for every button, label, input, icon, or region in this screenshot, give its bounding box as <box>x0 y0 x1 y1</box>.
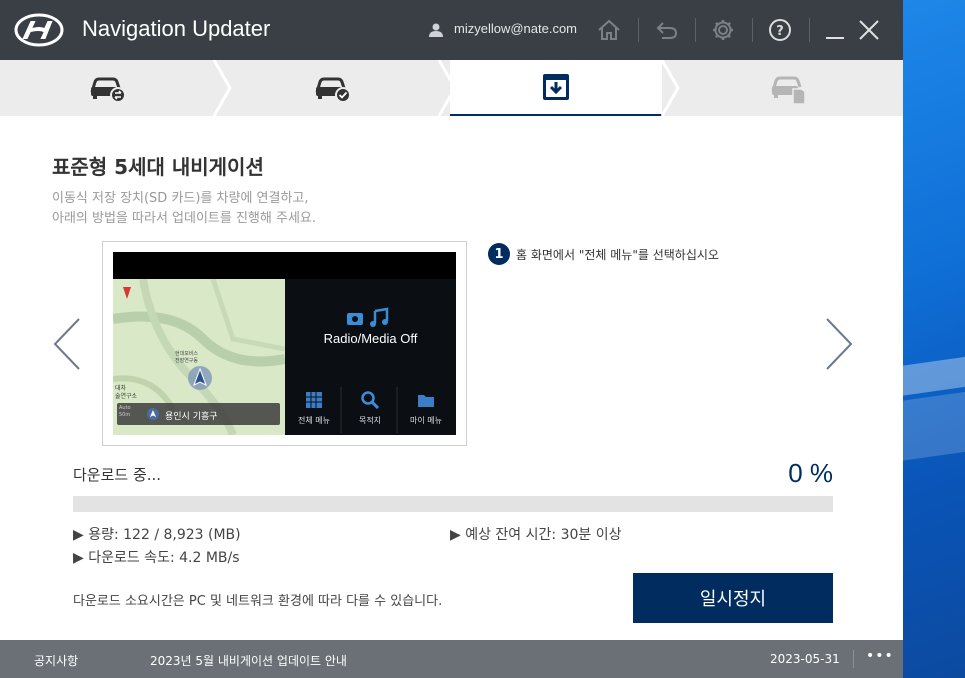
download-speed-info: ▶ 다운로드 속도: 4.2 MB/s <box>73 550 240 566</box>
page-description: 이동식 저장 장치(SD 카드)를 차량에 연결하고, 아래의 방법을 따라서 … <box>52 191 316 226</box>
step-bar <box>0 60 903 116</box>
page-title: 표준형 5세대 내비게이션 <box>52 155 264 179</box>
footer-notice-date: 2023-05-31 <box>770 652 840 666</box>
home-icon <box>598 19 620 40</box>
back-button[interactable] <box>651 14 683 46</box>
step-car-check <box>225 60 440 116</box>
radio-music-icon <box>347 307 389 327</box>
title-bar: Navigation Updater mizyellow@nate.com ? <box>0 0 903 60</box>
car-connect-icon <box>90 77 126 103</box>
radio-media-status: Radio/Media Off <box>323 331 418 346</box>
download-notice: 다운로드 소요시간은 PC 및 네트워크 환경에 따라 다를 수 있습니다. <box>73 594 443 609</box>
instruction-step: 1 홈 화면에서 "전체 메뉴"를 선택하십시오 <box>488 243 719 265</box>
car-sdcard-icon <box>771 76 806 105</box>
capacity-info: ▶ 용량: 122 / 8,923 (MB) <box>73 527 241 543</box>
undo-icon <box>656 22 678 39</box>
previous-arrow-button[interactable] <box>52 316 82 372</box>
instruction-image: 현대모비스 전장연구동 대차 술연구소 Auto 50m 용인시 기흥구 Rad… <box>102 241 467 446</box>
nav-screen: 현대모비스 전장연구동 대차 술연구소 Auto 50m 용인시 기흥구 Rad… <box>113 252 456 435</box>
app-window: Navigation Updater mizyellow@nate.com ? … <box>0 0 903 678</box>
user-icon <box>429 23 443 37</box>
minimize-button[interactable] <box>819 14 851 46</box>
map-view: 현대모비스 전장연구동 대차 술연구소 Auto 50m 용인시 기흥구 <box>113 279 285 435</box>
user-email: mizyellow@nate.com <box>454 21 578 36</box>
hyundai-logo-icon <box>14 13 64 47</box>
location-arrow-icon <box>147 408 159 420</box>
download-status-label: 다운로드 중... <box>73 466 162 484</box>
minimize-icon <box>826 37 844 39</box>
step-car-install <box>675 60 903 116</box>
download-percent: 0 % <box>788 458 833 488</box>
help-icon: ? <box>769 19 791 41</box>
instruction-text: 홈 화면에서 "전체 메뉴"를 선택하십시오 <box>516 247 719 262</box>
pause-button[interactable]: 일시정지 <box>633 573 833 623</box>
close-icon <box>859 20 879 40</box>
footer-notice-label: 공지사항 <box>34 654 79 668</box>
car-check-icon <box>315 77 351 103</box>
footer-notice-title[interactable]: 2023년 5월 내비게이션 업데이트 안내 <box>150 652 347 669</box>
step-download <box>450 60 662 116</box>
svg-text:?: ? <box>776 24 784 39</box>
remaining-time-info: ▶ 예상 잔여 시간: 30분 이상 <box>450 527 622 543</box>
vehicle-position-icon <box>188 366 212 390</box>
gear-icon <box>713 20 733 40</box>
next-arrow-button[interactable] <box>824 316 854 372</box>
download-box-icon <box>543 74 569 100</box>
desktop-background <box>903 0 965 678</box>
more-button[interactable]: ••• <box>866 648 894 664</box>
settings-button[interactable] <box>707 14 739 46</box>
download-progress-bar <box>73 496 833 512</box>
step-car-connect <box>0 60 215 116</box>
step-number-badge: 1 <box>488 243 510 265</box>
help-button[interactable]: ? <box>764 14 796 46</box>
nav-menu-panel: Radio/Media Off 전체 메뉴 목적지 마이 메뉴 <box>285 279 456 435</box>
home-button[interactable] <box>593 14 625 46</box>
app-title: Navigation Updater <box>82 16 271 41</box>
map-location-bar: Auto 50m 용인시 기흥구 <box>117 403 280 425</box>
close-button[interactable] <box>853 14 885 46</box>
notice-footer: 공지사항 2023년 5월 내비게이션 업데이트 안내 2023-05-31 •… <box>0 640 903 678</box>
